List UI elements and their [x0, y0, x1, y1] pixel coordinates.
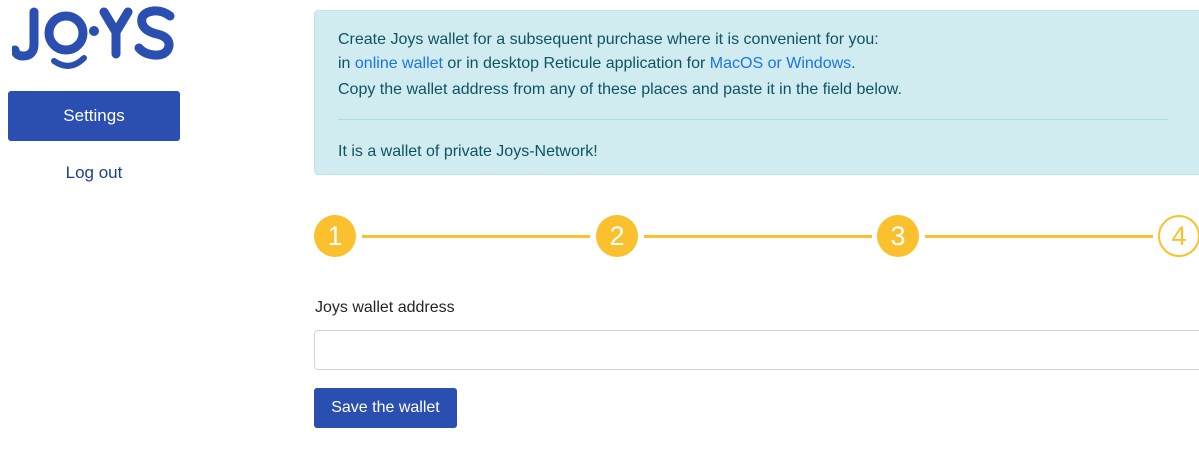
- info-alert: Create Joys wallet for a subsequent purc…: [314, 10, 1199, 175]
- settings-button[interactable]: Settings: [8, 91, 180, 141]
- step-2: 2: [596, 215, 638, 257]
- info-line-2: in online wallet or in desktop Reticule …: [338, 53, 856, 75]
- step-connector-1-2: [362, 235, 590, 238]
- wallet-address-input[interactable]: [314, 330, 1199, 370]
- online-wallet-link[interactable]: online wallet: [355, 55, 443, 72]
- info-line-2-middle: or in desktop Reticule application for: [442, 55, 710, 72]
- info-line-2-prefix: in: [338, 55, 355, 72]
- step-4: 4: [1158, 215, 1199, 257]
- joys-logo-mark: [12, 6, 175, 69]
- step-connector-2-3: [644, 235, 872, 238]
- step-3: 3: [877, 215, 919, 257]
- step-1: 1: [314, 215, 356, 257]
- page: Settings Log out Create Joys wallet for …: [0, 0, 1199, 455]
- wallet-address-label: Joys wallet address: [315, 299, 455, 316]
- info-note: It is a wallet of private Joys-Network!: [338, 143, 598, 160]
- progress-stepper: 1 2 3 4: [314, 210, 1199, 262]
- info-line-1: Create Joys wallet for a subsequent purc…: [338, 31, 879, 48]
- save-wallet-button[interactable]: Save the wallet: [314, 388, 457, 428]
- step-connector-3-4: [925, 235, 1153, 238]
- info-line-3: Copy the wallet address from any of thes…: [338, 81, 902, 98]
- info-line-2-suffix: .: [851, 55, 856, 72]
- info-divider: [338, 119, 1168, 120]
- joys-logo[interactable]: [12, 6, 178, 70]
- macos-windows-link[interactable]: MacOS or Windows: [710, 55, 851, 72]
- logout-link[interactable]: Log out: [8, 163, 180, 187]
